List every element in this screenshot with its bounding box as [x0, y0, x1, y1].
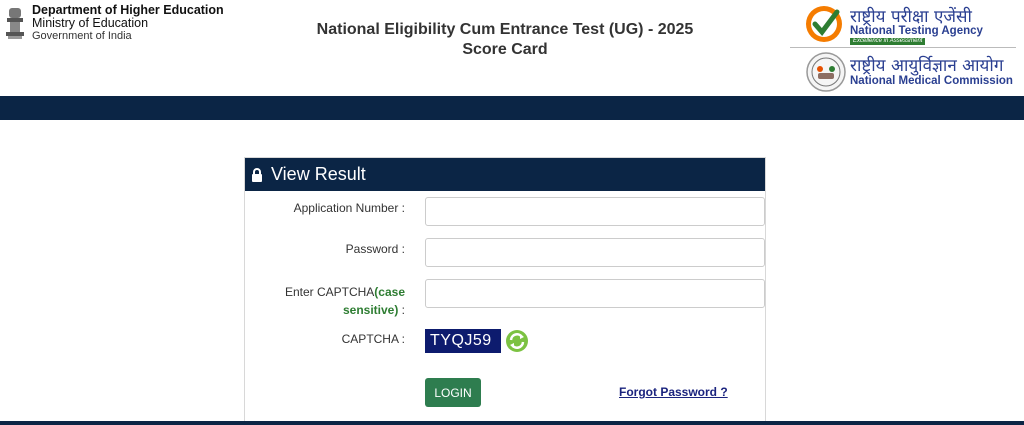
nta-tagline: Excellence in Assessment [850, 38, 926, 45]
password-label: Password : [345, 242, 405, 256]
enter-captcha-label: Enter CAPTCHA(case sensitive) : [285, 283, 405, 319]
application-number-input[interactable] [425, 197, 765, 226]
nta-logo-icon [806, 6, 842, 42]
page-title-line2: Score Card [462, 41, 548, 58]
panel-header: View Result [245, 158, 765, 191]
enter-captcha-label-text: Enter CAPTCHA [284, 285, 375, 299]
ministry-name: Ministry of Education [32, 16, 149, 30]
nta-english-name: National Testing Agency [850, 25, 983, 37]
enter-captcha-label-colon: : [398, 303, 405, 317]
nta-logo-block: राष्ट्रीय परीक्षा एजेंसी National Testin… [800, 2, 1020, 45]
password-input[interactable] [425, 238, 765, 267]
nmc-logo-icon [806, 52, 846, 92]
footer-bar [0, 421, 1024, 425]
forgot-password-link[interactable]: Forgot Password ? [619, 385, 728, 399]
captcha-input[interactable] [425, 279, 765, 308]
site-header: Department of Higher Education Ministry … [0, 0, 1024, 96]
nmc-english-name: National Medical Commission [850, 75, 1013, 87]
lock-icon [252, 168, 262, 182]
view-result-panel: View Result Application Number : Passwor… [244, 157, 766, 425]
panel-title: View Result [271, 164, 366, 184]
captcha-image: TYQJ59 [425, 329, 501, 353]
nmc-hindi-name: राष्ट्रीय आयुर्विज्ञान आयोग [850, 56, 1004, 76]
government-name: Government of India [32, 30, 132, 42]
case-sensitive-note-1: (case [374, 285, 405, 299]
application-number-label: Application Number : [293, 201, 405, 215]
header-divider [790, 47, 1016, 48]
page-title-line1: National Eligibility Cum Entrance Test (… [316, 21, 694, 38]
captcha-label: CAPTCHA : [341, 332, 405, 346]
login-button[interactable]: LOGIN [425, 378, 481, 407]
nav-bar [0, 96, 1024, 120]
refresh-captcha-icon[interactable] [505, 329, 529, 353]
case-sensitive-note-2: sensitive) [342, 303, 399, 317]
department-block: Department of Higher Education Ministry … [32, 4, 224, 43]
page-title: National Eligibility Cum Entrance Test (… [300, 20, 710, 60]
national-emblem-icon [6, 8, 24, 39]
nta-hindi-name: राष्ट्रीय परीक्षा एजेंसी [850, 7, 972, 27]
